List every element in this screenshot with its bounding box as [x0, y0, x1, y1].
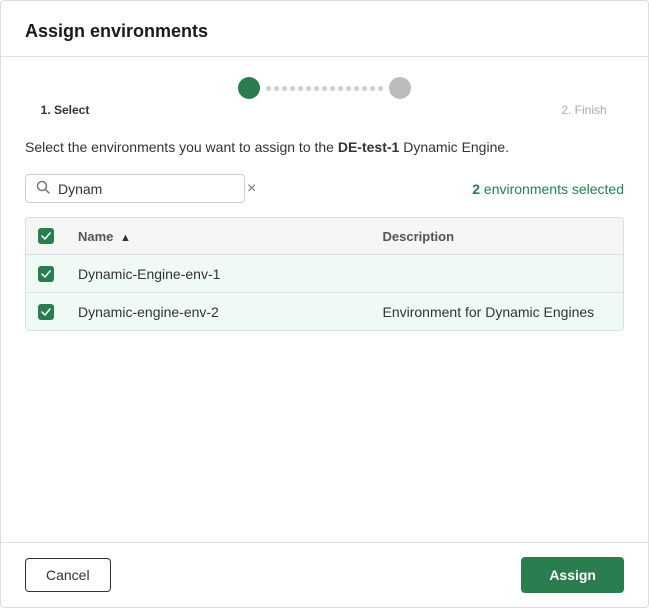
dialog-footer: Cancel Assign	[1, 542, 648, 607]
step-dot	[378, 86, 383, 91]
description-prefix: Select the environments you want to assi…	[25, 139, 338, 155]
clear-search-icon[interactable]: ×	[247, 181, 256, 197]
row-2-name: Dynamic-engine-env-2	[66, 293, 371, 331]
step-dot	[290, 86, 295, 91]
step-2-circle	[389, 77, 411, 99]
step-dot	[314, 86, 319, 91]
sort-arrow-icon: ▲	[120, 232, 131, 244]
step-dot	[346, 86, 351, 91]
step-dots	[266, 86, 383, 91]
description: Select the environments you want to assi…	[25, 137, 624, 158]
row-1-name: Dynamic-Engine-env-1	[66, 255, 371, 293]
step-dot	[282, 86, 287, 91]
dialog-header: Assign environments	[1, 1, 648, 57]
assign-button[interactable]: Assign	[521, 557, 624, 593]
row-2-checkbox-cell	[26, 293, 66, 331]
step-dot	[298, 86, 303, 91]
step-dot	[330, 86, 335, 91]
step-dot	[362, 86, 367, 91]
step-dot	[338, 86, 343, 91]
header-description: Description	[371, 218, 624, 255]
row-2-description: Environment for Dynamic Engines	[371, 293, 624, 331]
row-1-checkbox-cell	[26, 255, 66, 293]
stepper-row	[238, 77, 411, 99]
header-name[interactable]: Name ▲	[66, 218, 371, 255]
header-checkbox[interactable]	[38, 228, 54, 244]
step-dot	[266, 86, 271, 91]
selected-label: environments selected	[484, 181, 624, 197]
search-row: × 2 environments selected	[25, 174, 624, 203]
step-dot	[274, 86, 279, 91]
search-input[interactable]	[58, 181, 239, 197]
count-number: 2	[472, 181, 480, 197]
dialog-body: 1. Select 2. Finish Select the environme…	[1, 57, 648, 542]
search-box[interactable]: ×	[25, 174, 245, 203]
selected-count: 2 environments selected	[472, 181, 624, 197]
step-dot	[370, 86, 375, 91]
step-1-circle	[238, 77, 260, 99]
table-row: Dynamic-Engine-env-1	[26, 255, 623, 293]
step-dot	[322, 86, 327, 91]
step-dot	[354, 86, 359, 91]
step-1-label: 1. Select	[25, 103, 105, 117]
row-1-checkbox[interactable]	[38, 266, 54, 282]
cancel-button[interactable]: Cancel	[25, 558, 111, 592]
row-1-description	[371, 255, 624, 293]
search-icon	[36, 180, 50, 197]
header-checkbox-col	[26, 218, 66, 255]
step-2-label: 2. Finish	[544, 103, 624, 117]
row-2-checkbox[interactable]	[38, 304, 54, 320]
environments-table: Name ▲ Description	[25, 217, 624, 331]
dialog-title: Assign environments	[25, 21, 624, 42]
assign-environments-dialog: Assign environments	[0, 0, 649, 608]
table-row: Dynamic-engine-env-2 Environment for Dyn…	[26, 293, 623, 331]
stepper: 1. Select 2. Finish	[25, 77, 624, 117]
step-dot	[306, 86, 311, 91]
description-suffix: Dynamic Engine.	[399, 139, 509, 155]
stepper-labels: 1. Select 2. Finish	[25, 103, 624, 117]
description-bold: DE-test-1	[338, 139, 399, 155]
